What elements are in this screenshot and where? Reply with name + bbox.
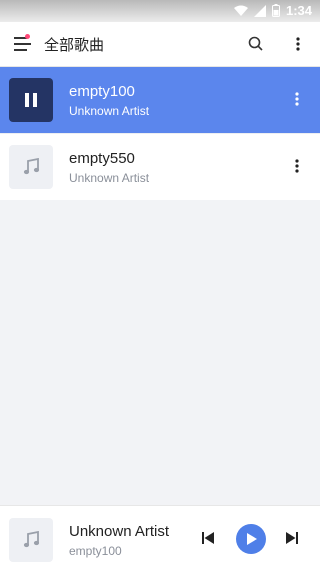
- skip-previous-icon[interactable]: [202, 532, 214, 544]
- player-subtitle: empty100: [69, 544, 122, 558]
- player-title: Unknown Artist: [69, 523, 170, 540]
- more-vert-icon[interactable]: [293, 158, 301, 174]
- song-title: empty100: [69, 83, 135, 100]
- play-icon: [246, 533, 257, 545]
- play-button[interactable]: [236, 524, 266, 554]
- music-note-icon: [23, 531, 40, 548]
- more-vert-icon[interactable]: [293, 91, 301, 107]
- pause-icon[interactable]: [24, 92, 38, 108]
- wifi-icon: [233, 5, 248, 16]
- album-art: [9, 78, 53, 122]
- song-artist: Unknown Artist: [69, 171, 150, 185]
- notification-dot: [25, 34, 30, 39]
- album-art: [9, 518, 53, 562]
- page-title: 全部歌曲: [44, 37, 105, 54]
- song-list: empty100 Unknown Artist empty550 Unknown…: [0, 67, 320, 200]
- list-item[interactable]: empty550 Unknown Artist: [0, 133, 320, 200]
- status-time: 1:34: [285, 3, 312, 18]
- album-art: [9, 145, 53, 189]
- music-note-icon: [23, 158, 40, 175]
- status-bar: 1:34: [0, 0, 320, 22]
- app-bar: 全部歌曲: [0, 22, 320, 67]
- mini-player[interactable]: Unknown Artist empty100: [0, 505, 320, 571]
- signal-icon: [253, 4, 266, 17]
- skip-next-icon[interactable]: [286, 532, 298, 544]
- battery-icon: [271, 4, 280, 17]
- song-artist: Unknown Artist: [69, 104, 150, 118]
- search-icon[interactable]: [248, 36, 264, 52]
- song-title: empty550: [69, 150, 135, 167]
- menu-icon[interactable]: [14, 36, 32, 52]
- more-vert-icon[interactable]: [290, 36, 306, 52]
- list-item[interactable]: empty100 Unknown Artist: [0, 67, 320, 133]
